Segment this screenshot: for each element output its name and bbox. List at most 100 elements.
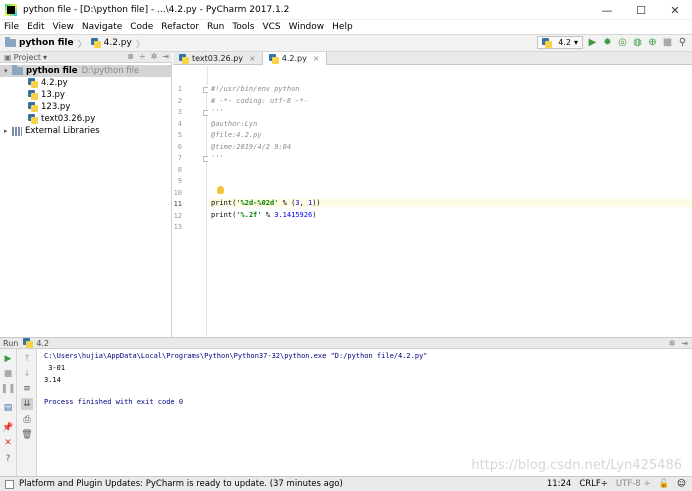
- menu-window[interactable]: Window: [285, 22, 329, 32]
- chevron-down-icon[interactable]: ▾: [4, 67, 12, 75]
- line-number: 13: [173, 223, 182, 231]
- project-panel-title[interactable]: Project: [14, 53, 41, 62]
- chevron-right-icon[interactable]: ▸: [4, 127, 12, 135]
- line-number: 6: [177, 143, 182, 151]
- line-number-current: 11: [173, 200, 182, 208]
- project-view-icon: ▣: [4, 52, 12, 62]
- menu-file[interactable]: File: [0, 22, 23, 32]
- menu-vcs[interactable]: VCS: [258, 22, 284, 32]
- collapse-icon[interactable]: ÷: [139, 52, 146, 61]
- run-icon[interactable]: ▶: [587, 37, 598, 48]
- trash-icon[interactable]: 🗑: [21, 429, 33, 441]
- watermark: https://blog.csdn.net/Lyn425486: [471, 458, 682, 473]
- stop-icon[interactable]: ■: [2, 368, 14, 380]
- close-icon[interactable]: ✕: [2, 437, 14, 449]
- soft-wrap-icon[interactable]: ≡: [21, 383, 33, 395]
- code-line: #!/usr/bin/env python: [211, 85, 300, 93]
- tree-file-label: 13.py: [41, 90, 65, 100]
- menu-navigate[interactable]: Navigate: [78, 22, 126, 32]
- coverage-icon[interactable]: ◎: [617, 37, 628, 48]
- breadcrumb-separator: 〉: [77, 39, 87, 50]
- tab-text03-26[interactable]: text03.26.py ×: [173, 52, 263, 65]
- maximize-button[interactable]: ☐: [624, 0, 658, 20]
- sync-icon[interactable]: ⊗: [127, 52, 134, 61]
- python-file-icon: [28, 114, 38, 124]
- run-panel-header: Run 4.2 ✲ ⇥: [0, 337, 692, 349]
- pin-icon[interactable]: 📌: [2, 422, 14, 434]
- python-file-icon: [90, 38, 101, 48]
- line-number: 4: [177, 120, 182, 128]
- tree-root-path: D:\python file: [81, 66, 140, 76]
- code-line: @author:Lyn: [211, 120, 258, 128]
- run-panel-title[interactable]: Run: [3, 339, 18, 348]
- status-message[interactable]: Platform and Plugin Updates: PyCharm is …: [19, 479, 343, 489]
- gear-icon[interactable]: ✲: [151, 52, 158, 61]
- stop-icon[interactable]: ■: [662, 37, 673, 48]
- hide-icon[interactable]: ⇥: [162, 52, 169, 61]
- profile-icon[interactable]: ◍: [632, 37, 643, 48]
- arrow-down-icon[interactable]: ↓: [21, 368, 33, 380]
- tree-root-label: python file: [26, 66, 78, 76]
- tree-item-file[interactable]: text03.26.py: [28, 113, 95, 125]
- breadcrumb-file[interactable]: 4.2.py: [90, 38, 132, 48]
- folder-icon: [5, 37, 16, 47]
- pause-icon[interactable]: ❚❚: [0, 383, 15, 395]
- tree-file-label: text03.26.py: [41, 114, 96, 124]
- menu-bar: File Edit View Navigate Code Refactor Ru…: [0, 20, 692, 34]
- print-icon[interactable]: ⎙: [21, 414, 33, 426]
- run-toolbar-left: ▶ ■ ❚❚ ▤ 📌 ✕ ?: [0, 349, 17, 476]
- breadcrumb-project[interactable]: python file: [19, 38, 74, 48]
- close-icon[interactable]: ×: [313, 54, 320, 63]
- run-console[interactable]: C:\Users\hujia\AppData\Local\Programs\Py…: [38, 349, 692, 476]
- intention-bulb-icon[interactable]: [217, 186, 224, 194]
- tree-file-label: 4.2.py: [41, 78, 68, 88]
- tree-item-root[interactable]: ▾ python file D:\python file: [0, 65, 172, 77]
- tree-item-external-libraries[interactable]: ▸ External Libraries: [4, 125, 100, 137]
- run-panel-config[interactable]: 4.2: [36, 339, 49, 348]
- tree-item-file[interactable]: 4.2.py: [28, 77, 68, 89]
- restore-layout-icon[interactable]: ▤: [2, 402, 14, 414]
- rerun-icon[interactable]: ▶: [2, 353, 14, 365]
- concurrency-icon[interactable]: ⊕: [647, 37, 658, 48]
- menu-help[interactable]: Help: [328, 22, 357, 32]
- tree-item-file[interactable]: 123.py: [28, 101, 70, 113]
- menu-run[interactable]: Run: [203, 22, 228, 32]
- gear-icon[interactable]: ✲: [669, 339, 676, 348]
- arrow-up-icon[interactable]: ↑: [21, 353, 33, 365]
- caret-position[interactable]: 11:24: [547, 479, 572, 489]
- inspector-icon[interactable]: ☺: [677, 479, 686, 489]
- code-line: ''': [211, 108, 224, 116]
- debug-icon[interactable]: ✹: [602, 37, 613, 48]
- file-encoding[interactable]: UTF-8 ÷: [616, 479, 651, 489]
- line-separator[interactable]: CRLF÷: [579, 479, 608, 489]
- close-icon[interactable]: ×: [249, 54, 256, 63]
- help-icon[interactable]: ?: [2, 453, 14, 465]
- search-everywhere-icon[interactable]: ⚲: [677, 37, 688, 48]
- minimize-button[interactable]: —: [590, 0, 624, 20]
- line-number: 3: [177, 108, 182, 116]
- breadcrumb-file-label: 4.2.py: [103, 38, 132, 48]
- chevron-down-icon[interactable]: ▾: [43, 53, 47, 62]
- menu-tools[interactable]: Tools: [228, 22, 258, 32]
- scroll-to-end-icon[interactable]: ⇊: [21, 398, 33, 410]
- console-line: Process finished with exit code 0: [44, 398, 184, 406]
- tool-window-toggle-icon[interactable]: [5, 479, 14, 489]
- code-editor[interactable]: #!/usr/bin/env python # -*- coding: utf-…: [208, 84, 692, 336]
- line-number: 1: [177, 85, 182, 93]
- run-toolbar: 4.2 ▾ ▶ ✹ ◎ ◍ ⊕ ■ ⚲: [537, 36, 688, 49]
- line-number: 9: [177, 177, 182, 185]
- code-line-current: print('%2d-%02d' % (3, 1)): [208, 199, 692, 207]
- code-line: @file:4.2.py: [211, 131, 262, 139]
- tab-4-2[interactable]: 4.2.py ×: [262, 52, 327, 65]
- hide-icon[interactable]: ⇥: [681, 339, 688, 348]
- tab-label: 4.2.py: [281, 54, 307, 63]
- menu-refactor[interactable]: Refactor: [157, 22, 203, 32]
- run-configuration-select[interactable]: 4.2 ▾: [537, 36, 583, 49]
- lock-icon[interactable]: 🔓: [659, 479, 670, 489]
- close-button[interactable]: ✕: [658, 0, 692, 20]
- tree-item-file[interactable]: 13.py: [28, 89, 65, 101]
- menu-code[interactable]: Code: [126, 22, 157, 32]
- window-title: python file - [D:\python file] - ...\4.2…: [23, 4, 290, 15]
- menu-edit[interactable]: Edit: [23, 22, 48, 32]
- menu-view[interactable]: View: [49, 22, 78, 32]
